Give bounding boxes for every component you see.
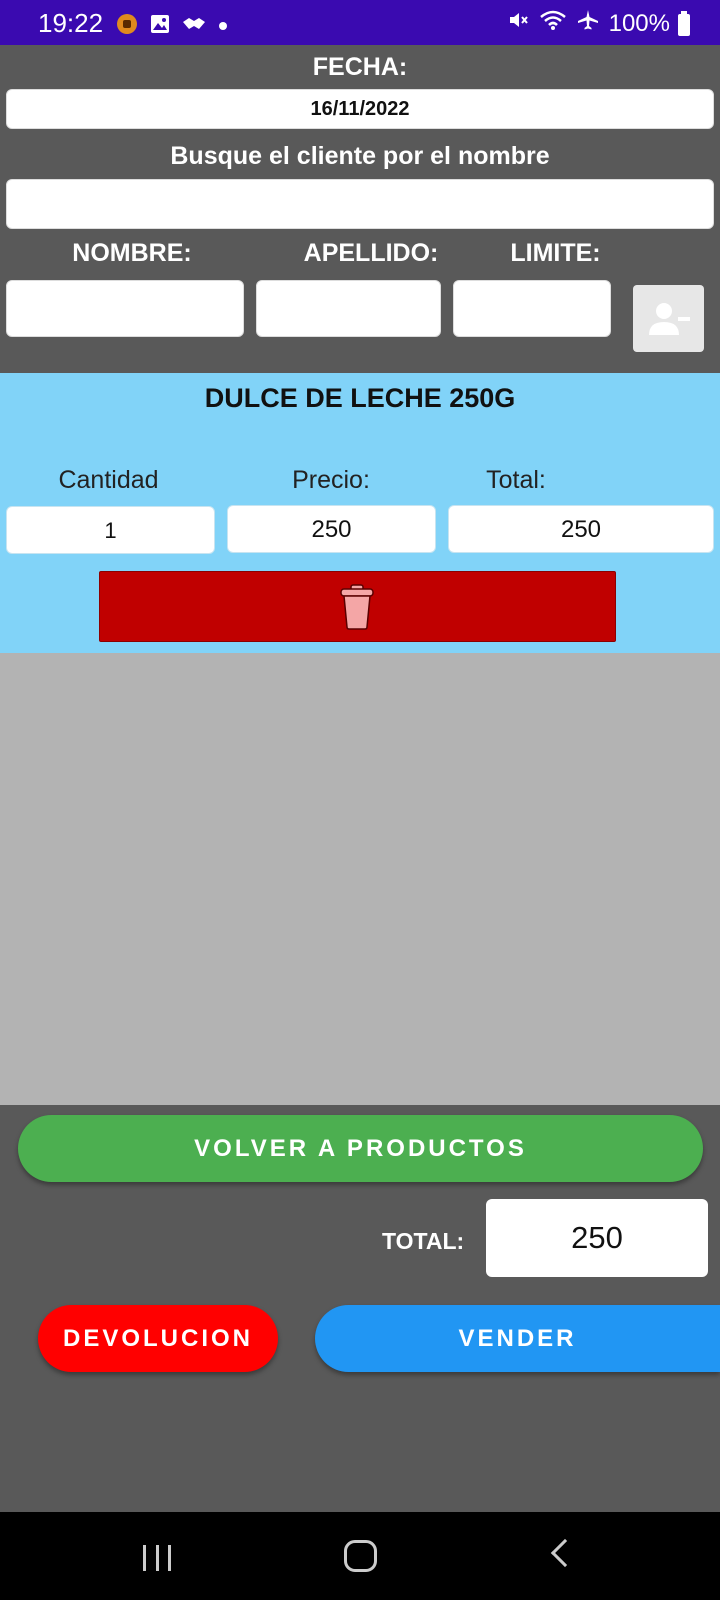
system-nav-bar — [0, 1512, 720, 1600]
status-bar: 19:22 100% — [0, 0, 720, 45]
battery-icon — [678, 11, 690, 36]
limit-label: LIMITE: — [510, 239, 601, 267]
price-label: Precio: — [292, 466, 370, 494]
grand-total-field[interactable]: 250 — [486, 1199, 708, 1277]
mute-icon — [507, 9, 529, 38]
checkout-section: VOLVER A PRODUCTOS TOTAL: 250 DEVOLUCION… — [0, 1105, 720, 1512]
remove-client-button[interactable] — [633, 285, 704, 352]
item-total-field[interactable]: 250 — [448, 505, 714, 553]
search-label: Busque el cliente por el nombre — [170, 142, 550, 170]
sell-button[interactable]: VENDER — [315, 1305, 720, 1372]
return-button[interactable]: DEVOLUCION — [38, 1305, 278, 1372]
name-field[interactable] — [6, 280, 244, 337]
trash-icon — [339, 584, 375, 635]
cart-list-area — [0, 653, 720, 1105]
home-icon[interactable] — [344, 1540, 377, 1572]
date-field[interactable]: 16/11/2022 — [6, 89, 714, 129]
name-label: NOMBRE: — [72, 239, 192, 267]
cart-item-card: DULCE DE LECHE 250G Cantidad Precio: Tot… — [0, 373, 720, 653]
delete-item-button[interactable] — [99, 571, 616, 642]
grand-total-label: TOTAL: — [382, 1228, 465, 1254]
status-icons-left — [116, 13, 228, 40]
date-label: FECHA: — [312, 53, 408, 81]
quantity-field[interactable]: 1 — [6, 506, 215, 554]
price-field[interactable]: 250 — [227, 505, 436, 553]
status-icons-right: 100% — [507, 9, 670, 38]
item-title: DULCE DE LECHE 250G — [204, 383, 516, 413]
surname-field[interactable] — [256, 280, 441, 337]
client-search-input[interactable] — [6, 179, 714, 229]
battery-percent: 100% — [608, 9, 670, 37]
back-to-products-button[interactable]: VOLVER A PRODUCTOS — [18, 1115, 703, 1182]
dot-icon — [218, 18, 228, 36]
limit-field[interactable] — [453, 280, 611, 337]
quantity-label: Cantidad — [58, 466, 159, 494]
person-remove-icon — [649, 302, 691, 341]
client-section: FECHA: 16/11/2022 Busque el cliente por … — [0, 45, 720, 373]
airplane-icon — [577, 9, 599, 38]
surname-label: APELLIDO: — [303, 239, 439, 267]
total-label-item: Total: — [486, 466, 546, 494]
recent-apps-icon[interactable] — [143, 1545, 171, 1571]
back-icon[interactable] — [550, 1538, 580, 1568]
handshake-icon — [182, 16, 206, 37]
wifi-icon — [539, 9, 567, 38]
notification-app-icon — [116, 13, 138, 40]
gallery-icon — [150, 14, 170, 39]
status-time: 19:22 — [38, 8, 104, 38]
